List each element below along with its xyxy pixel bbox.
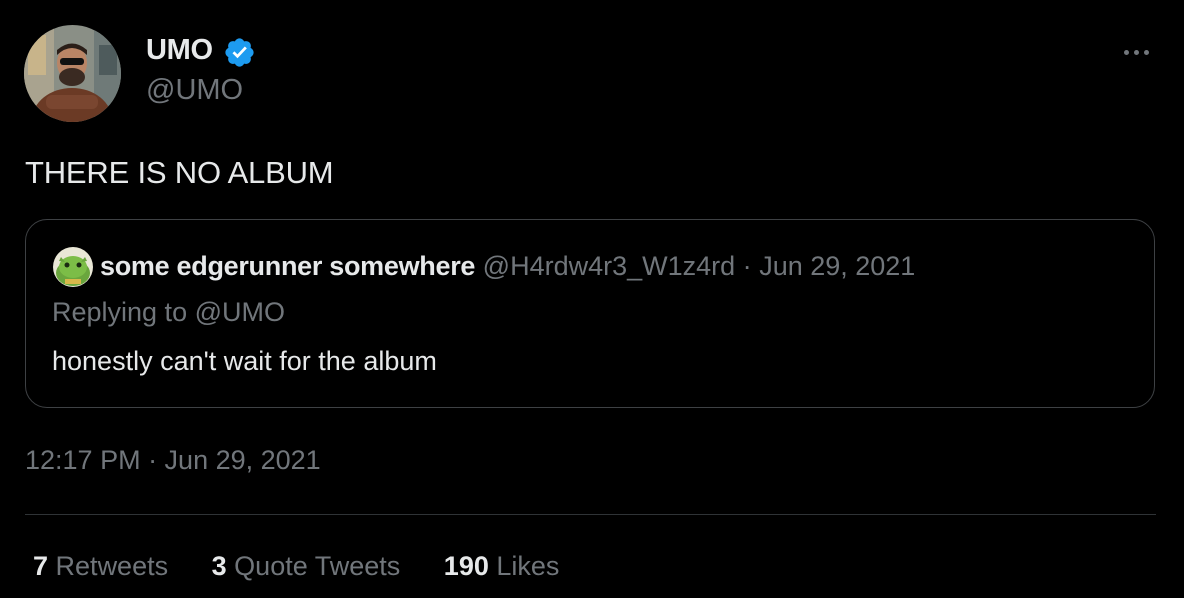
retweets-label: Retweets [55, 551, 169, 581]
quoted-separator: · [742, 251, 752, 281]
retweets-count: 7 [33, 551, 49, 581]
more-options-icon[interactable] [1116, 36, 1156, 66]
author-name[interactable]: UMO [146, 34, 213, 67]
author-avatar-image [24, 25, 121, 122]
likes-stat[interactable]: 190 Likes [444, 551, 560, 582]
tweet-timestamp[interactable]: 12:17 PM · Jun 29, 2021 [25, 445, 321, 476]
quote-tweets-label: Quote Tweets [234, 551, 401, 581]
divider [25, 514, 1156, 515]
more-dot [1124, 50, 1129, 55]
quoted-avatar-image [53, 247, 93, 287]
likes-count: 190 [443, 551, 489, 581]
likes-label: Likes [496, 551, 560, 581]
quoted-tweet-text: honestly can't wait for the album [52, 346, 437, 376]
tweet-detail: UMO @UMO THERE IS NO ALBUM some edgerunn… [0, 0, 1184, 598]
quoted-replying-to: Replying to @UMO [52, 297, 285, 327]
quoted-author-avatar[interactable] [53, 247, 93, 287]
retweets-stat[interactable]: 7 Retweets [33, 551, 168, 582]
quoted-header: some edgerunner somewhere @H4rdw4r3_W1z4… [100, 248, 915, 284]
author-avatar[interactable] [24, 25, 121, 122]
more-dot [1144, 50, 1149, 55]
quoted-date[interactable]: Jun 29, 2021 [759, 251, 915, 281]
quoted-author-name[interactable]: some edgerunner somewhere [100, 251, 475, 281]
quoted-tweet-card[interactable]: some edgerunner somewhere @H4rdw4r3_W1z4… [25, 219, 1155, 408]
tweet-stats: 7 Retweets 3 Quote Tweets 190 Likes [33, 551, 595, 582]
verified-badge-icon [225, 38, 254, 67]
more-dot [1134, 50, 1139, 55]
author-handle[interactable]: @UMO [146, 74, 243, 107]
tweet-text: THERE IS NO ALBUM [25, 155, 334, 190]
quote-tweets-stat[interactable]: 3 Quote Tweets [212, 551, 401, 582]
quoted-author-handle[interactable]: @H4rdw4r3_W1z4rd [483, 251, 736, 281]
quote-tweets-count: 3 [211, 551, 227, 581]
